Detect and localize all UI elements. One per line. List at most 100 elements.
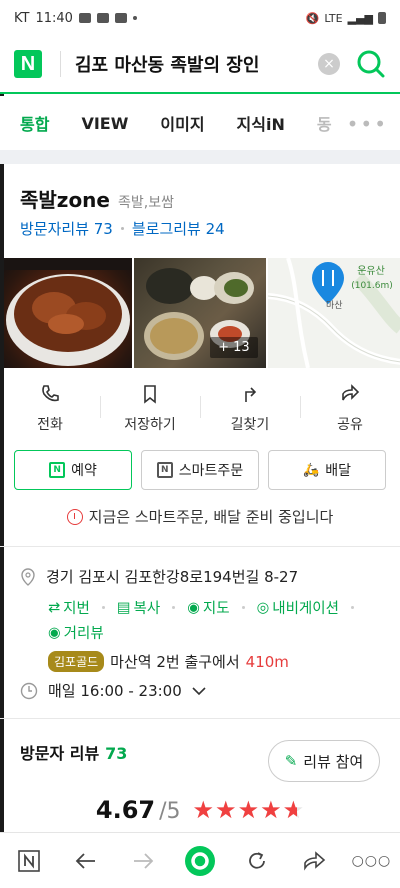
blog-review-link[interactable]: 블로그리뷰 24 — [132, 218, 225, 239]
map-link[interactable]: ◉ 지도 — [187, 597, 229, 618]
message-icon — [96, 13, 109, 23]
street-view-link[interactable]: ◉ 거리뷰 — [48, 622, 104, 643]
visitor-review-title: 방문자 리뷰 — [20, 744, 100, 763]
visitor-review-count: 73 — [105, 744, 128, 763]
place-category: 족발,보쌈 — [117, 195, 174, 211]
smart-order-icon: N — [156, 462, 173, 478]
more-photos-badge[interactable]: + 13 — [210, 337, 258, 358]
copy-icon: ▤ — [116, 599, 131, 616]
star-icon: ★ ★ — [260, 796, 282, 824]
app-icon — [114, 13, 127, 23]
share-button[interactable]: 공유 — [300, 378, 400, 440]
naver-logo-icon[interactable]: N — [14, 50, 42, 78]
more-options-icon[interactable]: ○○○ — [351, 841, 391, 881]
dot-separator — [101, 606, 105, 609]
photo-side-dishes[interactable]: + 13 — [134, 258, 266, 368]
green-dot-icon[interactable] — [180, 841, 220, 881]
star-icon: ★ ★ — [192, 796, 215, 824]
save-button[interactable]: 저장하기 — [100, 378, 200, 440]
swap-icon: ⇄ — [48, 599, 61, 616]
reserve-label: 예약 — [71, 463, 97, 479]
rating-summary: 4.67 /5 ★ ★ ★ ★ ★ ★ ★ ★ ★ ★ — [0, 796, 400, 824]
share-arrow-icon[interactable] — [294, 841, 334, 881]
copy-link[interactable]: ▤ 복사 — [117, 597, 160, 618]
notification-icon — [78, 13, 91, 23]
divider — [0, 718, 400, 719]
more-tabs-icon[interactable]: ••• — [347, 112, 388, 136]
rating-outof: /5 — [159, 799, 181, 824]
forward-arrow-icon[interactable] — [123, 841, 163, 881]
notice-text: 지금은 스마트주문, 배달 준비 중입니다 — [88, 508, 334, 526]
street-view-icon: ◉ — [48, 624, 61, 641]
write-review-button[interactable]: ✎ 리뷰 참여 — [268, 740, 380, 782]
directions-icon — [245, 387, 257, 402]
address-links: ⇄ 지번 ▤ 복사 ◉ 지도 ◎ 내비게이션 ◉ 거리뷰 — [48, 597, 390, 643]
save-label: 저장하기 — [124, 417, 176, 433]
share-label: 공유 — [337, 417, 363, 433]
visitor-review-link[interactable]: 방문자리뷰 73 — [20, 218, 113, 239]
map-thumbnail[interactable]: 운유산 (101.6m) 마산 — [267, 258, 400, 368]
reserve-button[interactable]: N 예약 — [14, 450, 132, 490]
star-rating: ★ ★ ★ ★ ★ ★ ★ ★ ★ ★ — [193, 796, 305, 824]
jibun-link[interactable]: ⇄ 지번 — [48, 597, 90, 618]
divider — [60, 51, 61, 77]
navigation-link[interactable]: ◎ 내비게이션 — [257, 597, 339, 618]
dot-separator — [172, 606, 176, 609]
photo-strip: + 13 운유산 (101.6m) 마산 — [4, 258, 400, 368]
tab-knowledge[interactable]: 지식iN — [237, 111, 285, 135]
station-info: 김포골드 마산역 2번 출구에서 410m — [48, 651, 390, 672]
call-label: 전화 — [37, 417, 63, 433]
station-distance: 410m — [245, 652, 289, 671]
star-icon: ★ ★ — [237, 796, 260, 824]
search-icon[interactable] — [356, 49, 386, 79]
pencil-icon: ✎ — [284, 752, 298, 770]
chevron-down-icon — [192, 686, 206, 695]
smart-order-button[interactable]: N 스마트주문 — [141, 450, 259, 490]
tab-view[interactable]: VIEW — [81, 114, 128, 133]
status-bar: KT 11:40 🔇 LTE ▂▄▆ — [0, 0, 400, 36]
delivery-icon: 🛵 — [303, 462, 320, 478]
location-pin-icon — [21, 567, 35, 586]
address-text: 경기 김포시 김포한강8로194번길 8-27 — [46, 568, 299, 586]
photo-jokbal[interactable] — [4, 258, 133, 368]
clock-icon — [66, 508, 83, 525]
share-icon — [342, 384, 360, 401]
review-links: 방문자리뷰 73 블로그리뷰 24 — [20, 218, 225, 239]
divider — [0, 546, 400, 547]
business-hours[interactable]: 매일 16:00 - 23:00 — [20, 680, 206, 701]
signal-icon: ▂▄▆ — [347, 11, 373, 25]
section-divider — [0, 150, 400, 164]
search-input[interactable]: 김포 마산동 족발의 장인 — [75, 51, 310, 77]
screen: KT 11:40 🔇 LTE ▂▄▆ N 김포 마산동 족발의 장인 × 통합 — [0, 0, 400, 888]
carrier-label: KT — [14, 10, 30, 26]
back-arrow-icon[interactable] — [66, 841, 106, 881]
directions-button[interactable]: 길찾기 — [200, 378, 300, 440]
place-name[interactable]: 족발zone — [20, 184, 110, 213]
hours-text: 매일 16:00 - 23:00 — [48, 682, 182, 700]
refresh-icon[interactable] — [237, 841, 277, 881]
dot-separator — [120, 227, 124, 230]
call-button[interactable]: 전화 — [0, 378, 100, 440]
address-row: 경기 김포시 김포한강8로194번길 8-27 — [20, 566, 390, 587]
network-label: LTE — [324, 11, 343, 25]
search-header: N 김포 마산동 족발의 장인 × — [0, 36, 400, 94]
search-tabs: 통합 VIEW 이미지 지식iN 동 ••• — [0, 96, 400, 150]
clear-search-button[interactable]: × — [318, 53, 340, 75]
tab-video[interactable]: 동 — [317, 111, 332, 135]
service-chips: N 예약 N 스마트주문 🛵 배달 — [14, 450, 386, 490]
dot-separator — [241, 606, 245, 609]
dot-separator — [350, 606, 354, 609]
more-notifications-icon — [132, 16, 137, 20]
place-header: 족발zone 족발,보쌈 — [20, 184, 174, 213]
delivery-button[interactable]: 🛵 배달 — [268, 450, 386, 490]
svg-text:마산: 마산 — [326, 300, 343, 311]
star-icon: ★ ★ — [282, 796, 305, 824]
tab-images[interactable]: 이미지 — [160, 111, 204, 135]
rating-score: 4.67 — [95, 796, 156, 824]
tab-integrated[interactable]: 통합 — [20, 111, 49, 135]
map-mountain-label: 운유산 — [357, 265, 385, 277]
home-n-icon[interactable] — [9, 841, 49, 881]
reserve-icon: N — [49, 462, 66, 478]
service-notice: 지금은 스마트주문, 배달 준비 중입니다 — [0, 506, 400, 527]
phone-icon — [42, 385, 59, 402]
